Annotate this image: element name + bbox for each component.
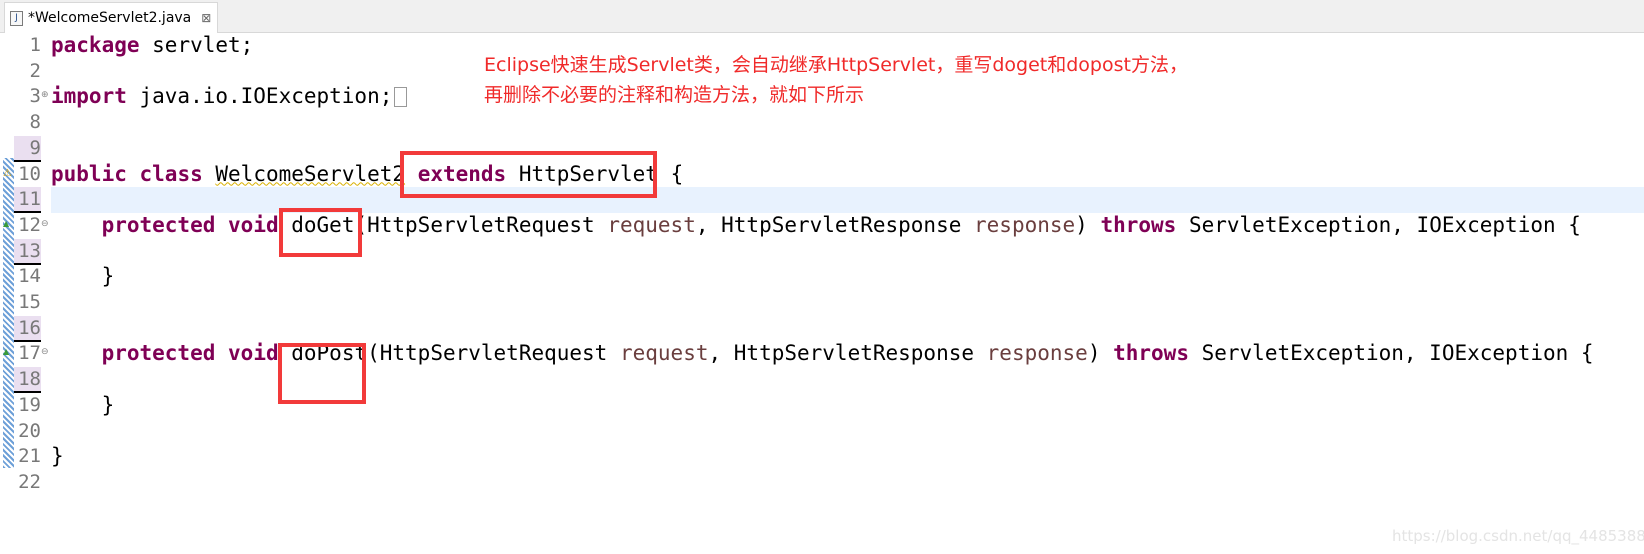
code-token: java.io.IOException; (126, 84, 393, 109)
code-parameter: request (607, 212, 696, 237)
code-keyword: void (228, 341, 279, 366)
code-keyword: throws (1100, 212, 1177, 237)
code-line: } (51, 444, 64, 470)
folded-region-icon[interactable] (394, 87, 408, 108)
quick-diff-bar (3, 158, 14, 468)
expand-fold-icon[interactable]: ⊕ (41, 90, 49, 100)
editor-tab[interactable]: J *WelcomeServlet2.java ⊠ (4, 2, 218, 33)
code-token: } (51, 264, 115, 289)
code-parameter: response (986, 341, 1088, 366)
tab-title: *WelcomeServlet2.java (28, 10, 192, 26)
annotation-line-2: 再删除不必要的注释和构造方法，就如下所示 (484, 84, 865, 106)
code-line: } (51, 392, 115, 419)
line-number: 9 (14, 135, 41, 162)
code-token: } (51, 392, 115, 417)
highlight-box-extends (400, 151, 657, 198)
collapse-fold-icon[interactable]: ⊖ (41, 219, 49, 229)
code-token: , HttpServletResponse (695, 212, 975, 237)
code-token: ServletException, IOException { (1176, 212, 1581, 237)
line-number: 14 (18, 265, 41, 288)
line-number: 1 (29, 34, 41, 56)
line-number: 21 (18, 445, 41, 468)
line-number: 13 (14, 238, 41, 265)
code-keyword: package (51, 33, 140, 57)
highlight-box-dopost (278, 343, 366, 404)
code-keyword: public (51, 161, 127, 186)
code-token: ServletException, IOException { (1188, 341, 1594, 366)
code-token: ) (1075, 212, 1101, 237)
code-line: package servlet; (51, 33, 253, 59)
code-token: servlet; (139, 33, 254, 57)
line-number: 15 (18, 291, 41, 313)
code-token: } (51, 444, 64, 469)
code-keyword: import (51, 84, 127, 109)
code-parameter: request (619, 341, 709, 366)
code-keyword: protected (101, 341, 216, 366)
line-number: 10 (18, 162, 41, 185)
override-marker-icon[interactable]: ▲ (3, 347, 9, 356)
line-number: 19 (18, 393, 41, 416)
code-keyword: class (139, 161, 203, 186)
code-keyword: void (228, 212, 279, 237)
editor-tab-bar: J *WelcomeServlet2.java ⊠ (0, 0, 1644, 33)
code-keyword: protected (101, 212, 216, 237)
watermark: https://blog.csdn.net/qq_44853882 (1392, 527, 1644, 545)
line-number: 18 (14, 367, 41, 394)
code-line: import java.io.IOException; (51, 84, 408, 110)
line-number: 20 (18, 419, 41, 442)
line-number: 11 (14, 187, 41, 214)
line-number-gutter: 1 2 3 ⊕ 8 9 10 ⚠ 11 12 ⊖ ▲ 13 14 15 16 17 ⊖ ▲ 18 19 20 21 22 (0, 33, 49, 554)
warning-lightbulb-icon[interactable]: ⚠ (3, 168, 12, 179)
close-icon[interactable]: ⊠ (201, 11, 211, 25)
line-number: 17 (18, 342, 41, 365)
line-number: 3 (29, 85, 41, 108)
code-parameter: response (974, 212, 1076, 237)
code-token: WelcomeServlet2 (215, 161, 406, 186)
annotation-text: Eclipse快速生成Servlet类，会自动继承HttpServlet，重写d… (484, 50, 1188, 110)
line-number: 22 (18, 470, 41, 493)
java-file-icon: J (10, 10, 23, 26)
line-number: 12 (18, 213, 41, 236)
override-marker-icon[interactable]: ▲ (3, 219, 9, 228)
line-number: 8 (29, 111, 41, 134)
code-keyword: throws (1113, 341, 1189, 366)
code-token: ) (1087, 341, 1114, 366)
line-number: 2 (29, 59, 41, 82)
annotation-line-1: Eclipse快速生成Servlet类，会自动继承HttpServlet，重写d… (484, 54, 1188, 76)
code-token: , HttpServletResponse (708, 341, 987, 366)
line-number: 16 (14, 315, 41, 342)
code-line: } (51, 264, 115, 290)
highlight-box-doget (279, 208, 362, 257)
collapse-fold-icon[interactable]: ⊖ (41, 347, 49, 357)
